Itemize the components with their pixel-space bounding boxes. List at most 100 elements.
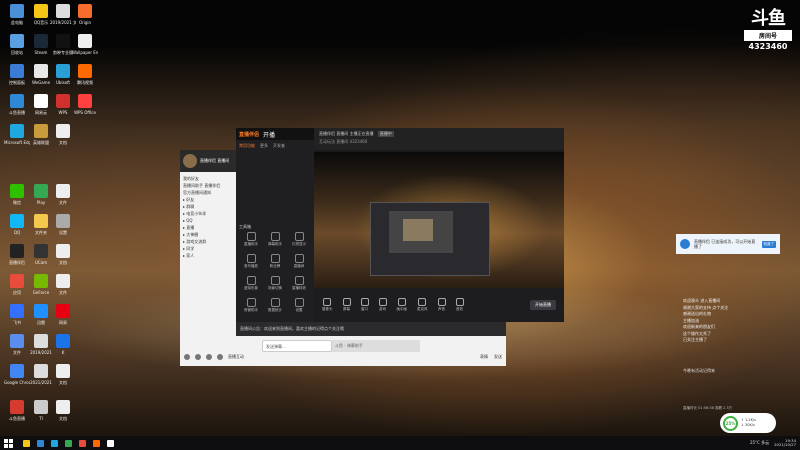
- control-label: 声音: [438, 307, 445, 311]
- list-item[interactable]: ▸ 游戏交流群: [183, 238, 235, 245]
- source-control[interactable]: 声音: [437, 298, 446, 312]
- desktop-icon[interactable]: 文档: [50, 400, 76, 421]
- desktop-icon[interactable]: 斗鱼直播: [4, 400, 30, 421]
- clock[interactable]: 19:34 2021/10/27: [774, 438, 796, 448]
- desktop-icon[interactable]: 网易: [50, 304, 76, 325]
- desktop-icon[interactable]: 设置: [50, 214, 76, 235]
- source-control[interactable]: 画中画: [397, 298, 407, 312]
- image-icon[interactable]: [206, 354, 212, 360]
- chat-window-header[interactable]: 直播伴侣 直播间: [180, 150, 238, 172]
- desktop-icon[interactable]: 控制面板: [4, 64, 30, 85]
- contact-list[interactable]: 我的好友 直播间助手 直播伴侣 官方直播间通知 ▸ 好友 ▸ 群聊 ▸ 电竞小伙伴 ▸ QQ…: [180, 172, 238, 262]
- desktop-icon[interactable]: 斗鱼直播: [4, 94, 30, 115]
- app-version-badge[interactable]: 开播: [263, 130, 275, 139]
- connection-popup[interactable]: 直播伴侣 已连接成功，可以开始直播了 知道了: [676, 234, 780, 254]
- send-button[interactable]: 发送: [494, 354, 502, 360]
- desktop-icon[interactable]: 腾讯视频: [72, 64, 98, 85]
- desktop-icon[interactable]: Microsoft Edge: [4, 124, 30, 145]
- desktop-icon[interactable]: Google Chrome: [4, 364, 30, 385]
- system-tray[interactable]: 25°C 多云 19:34 2021/10/27: [750, 438, 796, 448]
- taskbar-app-icon[interactable]: [23, 439, 30, 447]
- tool-item[interactable]: 虚拟形象: [239, 276, 263, 291]
- desktop-icon[interactable]: 微信: [4, 184, 30, 205]
- tool-item[interactable]: 直播特效: [287, 276, 311, 291]
- source-control[interactable]: 音效: [455, 298, 464, 312]
- desktop-icon[interactable]: 此电脑: [4, 4, 30, 25]
- tool-item[interactable]: 粉丝牌: [263, 254, 287, 269]
- desktop-icon[interactable]: Origin: [72, 4, 98, 25]
- desktop-icon[interactable]: 文档: [50, 124, 76, 145]
- tool-item[interactable]: 直播助手: [239, 232, 263, 247]
- app-icon: [56, 4, 70, 18]
- list-item[interactable]: 官方直播间通知: [183, 189, 235, 196]
- tool-item[interactable]: 房管助手: [239, 298, 263, 313]
- emoji-icons[interactable]: [184, 354, 223, 360]
- source-control[interactable]: 摄像头: [322, 298, 333, 312]
- windows-start-icon[interactable]: [4, 438, 13, 448]
- stream-preview-window[interactable]: 直播伴侣 直播间 主播正在直播 直播中 互动玩法 直播间 4323460 摄像头…: [314, 128, 564, 322]
- list-item[interactable]: ▸ 直播: [183, 224, 235, 231]
- taskbar-app-icon[interactable]: [51, 439, 58, 447]
- desktop-icon[interactable]: QQ: [4, 214, 30, 235]
- emoji-icon[interactable]: [184, 354, 190, 360]
- source-control[interactable]: 屏幕: [342, 298, 351, 312]
- tool-item[interactable]: 场景切换: [263, 276, 287, 291]
- emoji-button[interactable]: 表情: [480, 354, 488, 360]
- taskbar[interactable]: 25°C 多云 19:34 2021/10/27: [0, 436, 800, 450]
- taskbar-app-icon[interactable]: [93, 439, 100, 447]
- tool-item[interactable]: 设置: [287, 298, 311, 313]
- avatar[interactable]: [183, 154, 197, 168]
- taskbar-apps[interactable]: [23, 439, 114, 447]
- desktop-icon[interactable]: Wallpaper Engine: [72, 34, 98, 55]
- source-control-bar[interactable]: 摄像头 屏幕 窗口 游戏 画中画 麦克风 声音 音效 开始直播: [314, 288, 564, 322]
- list-item[interactable]: ▸ 好友: [183, 196, 235, 203]
- network-widget[interactable]: 25% ↑ 1.2K/s ↓ 30K/s: [720, 413, 776, 433]
- weather-text[interactable]: 25°C 多云: [750, 440, 769, 446]
- tool-item[interactable]: 礼物显示: [287, 232, 311, 247]
- tool-item[interactable]: 直播间: [287, 254, 311, 269]
- list-item[interactable]: ▸ 群聊: [183, 203, 235, 210]
- desktop-icon[interactable]: 回收站: [4, 34, 30, 55]
- list-item[interactable]: ▸ 大神圈: [183, 231, 235, 238]
- desktop-icon[interactable]: 文档: [50, 244, 76, 265]
- tool-item[interactable]: 弹幕助手: [263, 232, 287, 247]
- gift-icon[interactable]: [217, 354, 223, 360]
- list-item[interactable]: 直播间助手 直播伴侣: [183, 182, 235, 189]
- popup-ok-button[interactable]: 知道了: [761, 240, 776, 248]
- start-stream-button[interactable]: 开始直播: [530, 300, 556, 310]
- source-control[interactable]: 窗口: [360, 298, 369, 312]
- list-item[interactable]: ▸ 家人: [183, 252, 235, 259]
- list-item[interactable]: ▸ 电竞小伙伴: [183, 210, 235, 217]
- list-item[interactable]: ▸ 同学: [183, 245, 235, 252]
- desktop-icon[interactable]: 文件: [50, 274, 76, 295]
- tab-developer[interactable]: 开发者: [273, 143, 285, 149]
- desktop-icon[interactable]: K: [50, 334, 76, 355]
- tool-item[interactable]: 音乐播放: [239, 254, 263, 269]
- desktop-icon[interactable]: 直播伴侣: [4, 244, 30, 265]
- mic-icon[interactable]: [195, 354, 201, 360]
- desktop-icon[interactable]: 文件: [4, 334, 30, 355]
- source-control[interactable]: 游戏: [378, 298, 387, 312]
- taskbar-app-icon[interactable]: [79, 439, 86, 447]
- desktop-icon[interactable]: 文件: [50, 184, 76, 205]
- tool-panel[interactable]: 直播伴侣 开播 常用功能 更多 开发者 工具箱 直播助手 弹幕助手 礼物显示 音乐播放…: [236, 128, 314, 334]
- tab-common[interactable]: 常用功能: [239, 143, 255, 149]
- tab-more[interactable]: 更多: [260, 143, 268, 149]
- danmaku-input[interactable]: 发送弹幕...: [262, 340, 332, 352]
- taskbar-app-icon[interactable]: [107, 439, 114, 447]
- input-actions[interactable]: 表情 发送: [480, 354, 502, 360]
- chat-input-bar[interactable]: 发送弹幕... 斗鱼 · 弹幕助手 直播互动 表情 发送: [180, 336, 506, 366]
- desktop-icon[interactable]: WPS Office: [72, 94, 98, 115]
- chat-window[interactable]: 直播伴侣 直播间 我的好友 直播间助手 直播伴侣 官方直播间通知 ▸ 好友 ▸ 群聊 ▸ …: [180, 150, 238, 365]
- tool-grid[interactable]: 直播助手 弹幕助手 礼物显示音乐播放 粉丝牌 直播间虚拟形象 场景切换 直播特效房管助手 数据…: [239, 232, 311, 313]
- desktop-icon[interactable]: 飞书: [4, 304, 30, 325]
- tool-panel-tabs[interactable]: 常用功能 更多 开发者: [236, 140, 314, 149]
- taskbar-app-icon[interactable]: [65, 439, 72, 447]
- list-item[interactable]: ▸ QQ: [183, 217, 235, 224]
- taskbar-app-icon[interactable]: [37, 439, 44, 447]
- list-item[interactable]: 我的好友: [183, 175, 235, 182]
- desktop-icon[interactable]: 文档: [50, 364, 76, 385]
- tool-item[interactable]: 数据统计: [263, 298, 287, 313]
- desktop-icon[interactable]: 应用: [4, 274, 30, 295]
- source-control[interactable]: 麦克风: [417, 298, 428, 312]
